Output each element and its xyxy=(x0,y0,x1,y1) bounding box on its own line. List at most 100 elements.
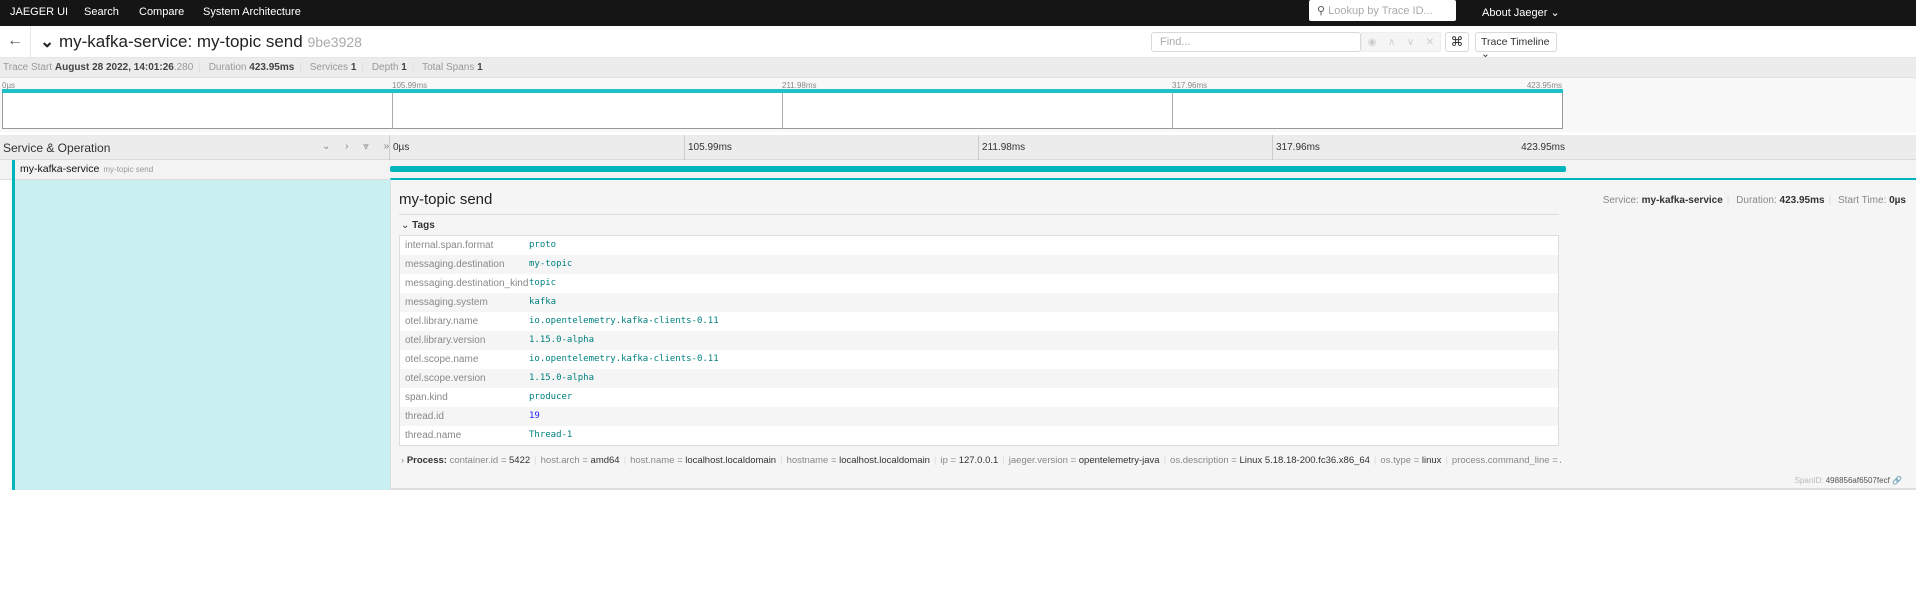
process-attribute: | ip = 127.0.0.1 xyxy=(933,455,999,466)
gridline xyxy=(1272,135,1273,160)
arrow-left-icon: ← xyxy=(7,32,23,49)
span-service: my-kafka-service xyxy=(20,163,100,175)
trace-summary: Trace Start August 28 2022, 14:01:26.280… xyxy=(0,58,1916,78)
tag-row: span.kind producer xyxy=(400,388,1558,407)
tag-row: messaging.destination_kind topic xyxy=(400,274,1558,293)
back-button[interactable]: ← xyxy=(0,26,31,58)
tag-row: internal.span.format proto xyxy=(400,236,1558,255)
services-count: 1 xyxy=(350,62,357,73)
search-icon: ⚲ xyxy=(1317,5,1329,17)
process-attribute: | hostname = localhost.localdomain xyxy=(780,455,930,466)
minimap-gridline xyxy=(392,93,393,129)
timeline-tick: 105.99ms xyxy=(688,142,732,153)
tag-value: io.opentelemetry.kafka-clients-0.11 xyxy=(529,316,719,326)
total-spans: 1 xyxy=(477,62,483,73)
trace-start: August 28 2022, 14:01:26 xyxy=(54,62,174,73)
trace-header: ← ⌄ my-kafka-service: my-topic send 9be3… xyxy=(0,26,1916,60)
tag-value: 1.15.0-alpha xyxy=(529,373,595,383)
tag-key: otel.library.name xyxy=(405,316,479,327)
process-attribute: |process.command_line = /usr... xyxy=(1445,455,1561,466)
span-detail-left-fill xyxy=(15,180,390,490)
span-id: SpanID: 498856af6507fecf 🔗 xyxy=(1794,476,1902,485)
span-operation: my-topic send xyxy=(103,165,154,174)
top-nav: JAEGER UI Search Compare System Architec… xyxy=(0,0,1916,26)
chevron-down-icon: ⌄ xyxy=(401,220,413,231)
locate-icon[interactable]: ◉ xyxy=(1368,37,1377,48)
nav-search[interactable]: Search xyxy=(84,6,119,18)
timeline-header: Service & Operation ⌄ › ⩔ » 0µs 105.99ms… xyxy=(0,135,1916,160)
span-row[interactable]: my-kafka-service my-topic send xyxy=(0,160,390,180)
close-icon[interactable]: ✕ xyxy=(1426,37,1434,48)
tag-key: otel.scope.version xyxy=(405,373,486,384)
timeline-tick: 317.96ms xyxy=(1276,142,1320,153)
gridline xyxy=(978,135,979,160)
tag-row: thread.id 19 xyxy=(400,407,1558,426)
trace-id-lookup-input[interactable]: ⚲ Lookup by Trace ID... xyxy=(1309,0,1456,21)
nav-system-architecture[interactable]: System Architecture xyxy=(203,6,301,18)
process-attribute: | os.type = linux xyxy=(1373,455,1442,466)
tag-row: otel.scope.name io.opentelemetry.kafka-cl… xyxy=(400,350,1558,369)
tag-value: proto xyxy=(529,240,557,250)
about-jaeger-menu[interactable]: About Jaeger ⌄ xyxy=(1482,6,1560,19)
tag-row: otel.library.version 1.15.0-alpha xyxy=(400,331,1558,350)
find-input[interactable]: Find... xyxy=(1151,32,1361,52)
command-icon: ⌘ xyxy=(1450,34,1464,49)
keyboard-shortcuts-button[interactable]: ⌘ xyxy=(1445,32,1469,52)
tag-value: 1.15.0-alpha xyxy=(529,335,595,345)
tags-table: internal.span.format proto messaging.desti… xyxy=(399,235,1559,446)
view-select[interactable]: Trace Timeline ⌄ xyxy=(1475,32,1557,60)
link-icon[interactable]: 🔗 xyxy=(1892,476,1902,485)
tag-row: messaging.destination my-topic xyxy=(400,255,1558,274)
tags-toggle[interactable]: ⌄ Tags xyxy=(401,220,435,231)
brand-link[interactable]: JAEGER UI xyxy=(10,6,68,18)
span-tree-line xyxy=(12,160,15,490)
span-bar[interactable] xyxy=(390,166,1566,172)
gridline xyxy=(684,135,685,160)
depth: 1 xyxy=(401,62,407,73)
tag-value: 19 xyxy=(529,411,540,421)
span-detail: my-topic send Service: my-kafka-service |… xyxy=(390,178,1916,490)
find-controls: ◉ ∧ ∨ ✕ xyxy=(1361,32,1441,52)
timeline-tick: 423.95ms xyxy=(1521,142,1565,153)
span-detail-title: my-topic send xyxy=(399,191,493,208)
tag-key: thread.name xyxy=(405,430,462,441)
tag-value: io.opentelemetry.kafka-clients-0.11 xyxy=(529,354,719,364)
tag-key: thread.id xyxy=(405,411,444,422)
tag-key: messaging.destination xyxy=(405,259,505,270)
minimap-gridline xyxy=(782,93,783,129)
chevron-down-icon[interactable]: ∨ xyxy=(1407,37,1414,48)
duration: 423.95ms xyxy=(249,62,295,73)
tag-key: internal.span.format xyxy=(405,240,494,251)
tag-row: otel.scope.version 1.15.0-alpha xyxy=(400,369,1558,388)
tag-value: Thread-1 xyxy=(529,430,573,440)
service-operation-header: Service & Operation xyxy=(3,141,111,155)
tag-value: my-topic xyxy=(529,259,573,269)
minimap-gridline xyxy=(1172,93,1173,129)
span-detail-meta: Service: my-kafka-service | Duration: 423… xyxy=(1602,195,1906,206)
tag-value: kafka xyxy=(529,297,557,307)
expand-collapse-controls[interactable]: ⌄ › ⩔ » xyxy=(322,141,395,152)
process-attribute: | host.name = localhost.localdomain xyxy=(623,455,777,466)
trace-id: 9be3928 xyxy=(307,34,362,50)
tag-row: thread.name Thread-1 xyxy=(400,426,1558,445)
tag-key: otel.scope.name xyxy=(405,354,479,365)
tag-key: otel.library.version xyxy=(405,335,486,346)
nav-compare[interactable]: Compare xyxy=(139,6,184,18)
tag-key: span.kind xyxy=(405,392,448,403)
tag-key: messaging.system xyxy=(405,297,488,308)
tag-row: otel.library.name io.opentelemetry.kafka-… xyxy=(400,312,1558,331)
timeline-tick: 0µs xyxy=(393,142,410,153)
timeline-tick: 211.98ms xyxy=(982,142,1026,153)
tag-value: producer xyxy=(529,392,573,402)
process-attribute: | host.arch = amd64 xyxy=(534,455,620,466)
process-attribute: container.id = 5422 xyxy=(449,455,531,466)
chevron-down-icon: ⌄ xyxy=(40,32,55,51)
trace-title[interactable]: ⌄ my-kafka-service: my-topic send 9be392… xyxy=(40,32,362,52)
process-section[interactable]: › Process: container.id = 5422 | host.arch… xyxy=(401,455,1561,466)
tag-value: topic xyxy=(529,278,557,288)
process-attribute: | os.description = Linux 5.18.18-200.fc36… xyxy=(1163,455,1370,466)
chevron-up-icon[interactable]: ∧ xyxy=(1388,37,1395,48)
column-resizer[interactable] xyxy=(389,135,390,160)
tag-row: messaging.system kafka xyxy=(400,293,1558,312)
tag-key: messaging.destination_kind xyxy=(405,278,529,289)
